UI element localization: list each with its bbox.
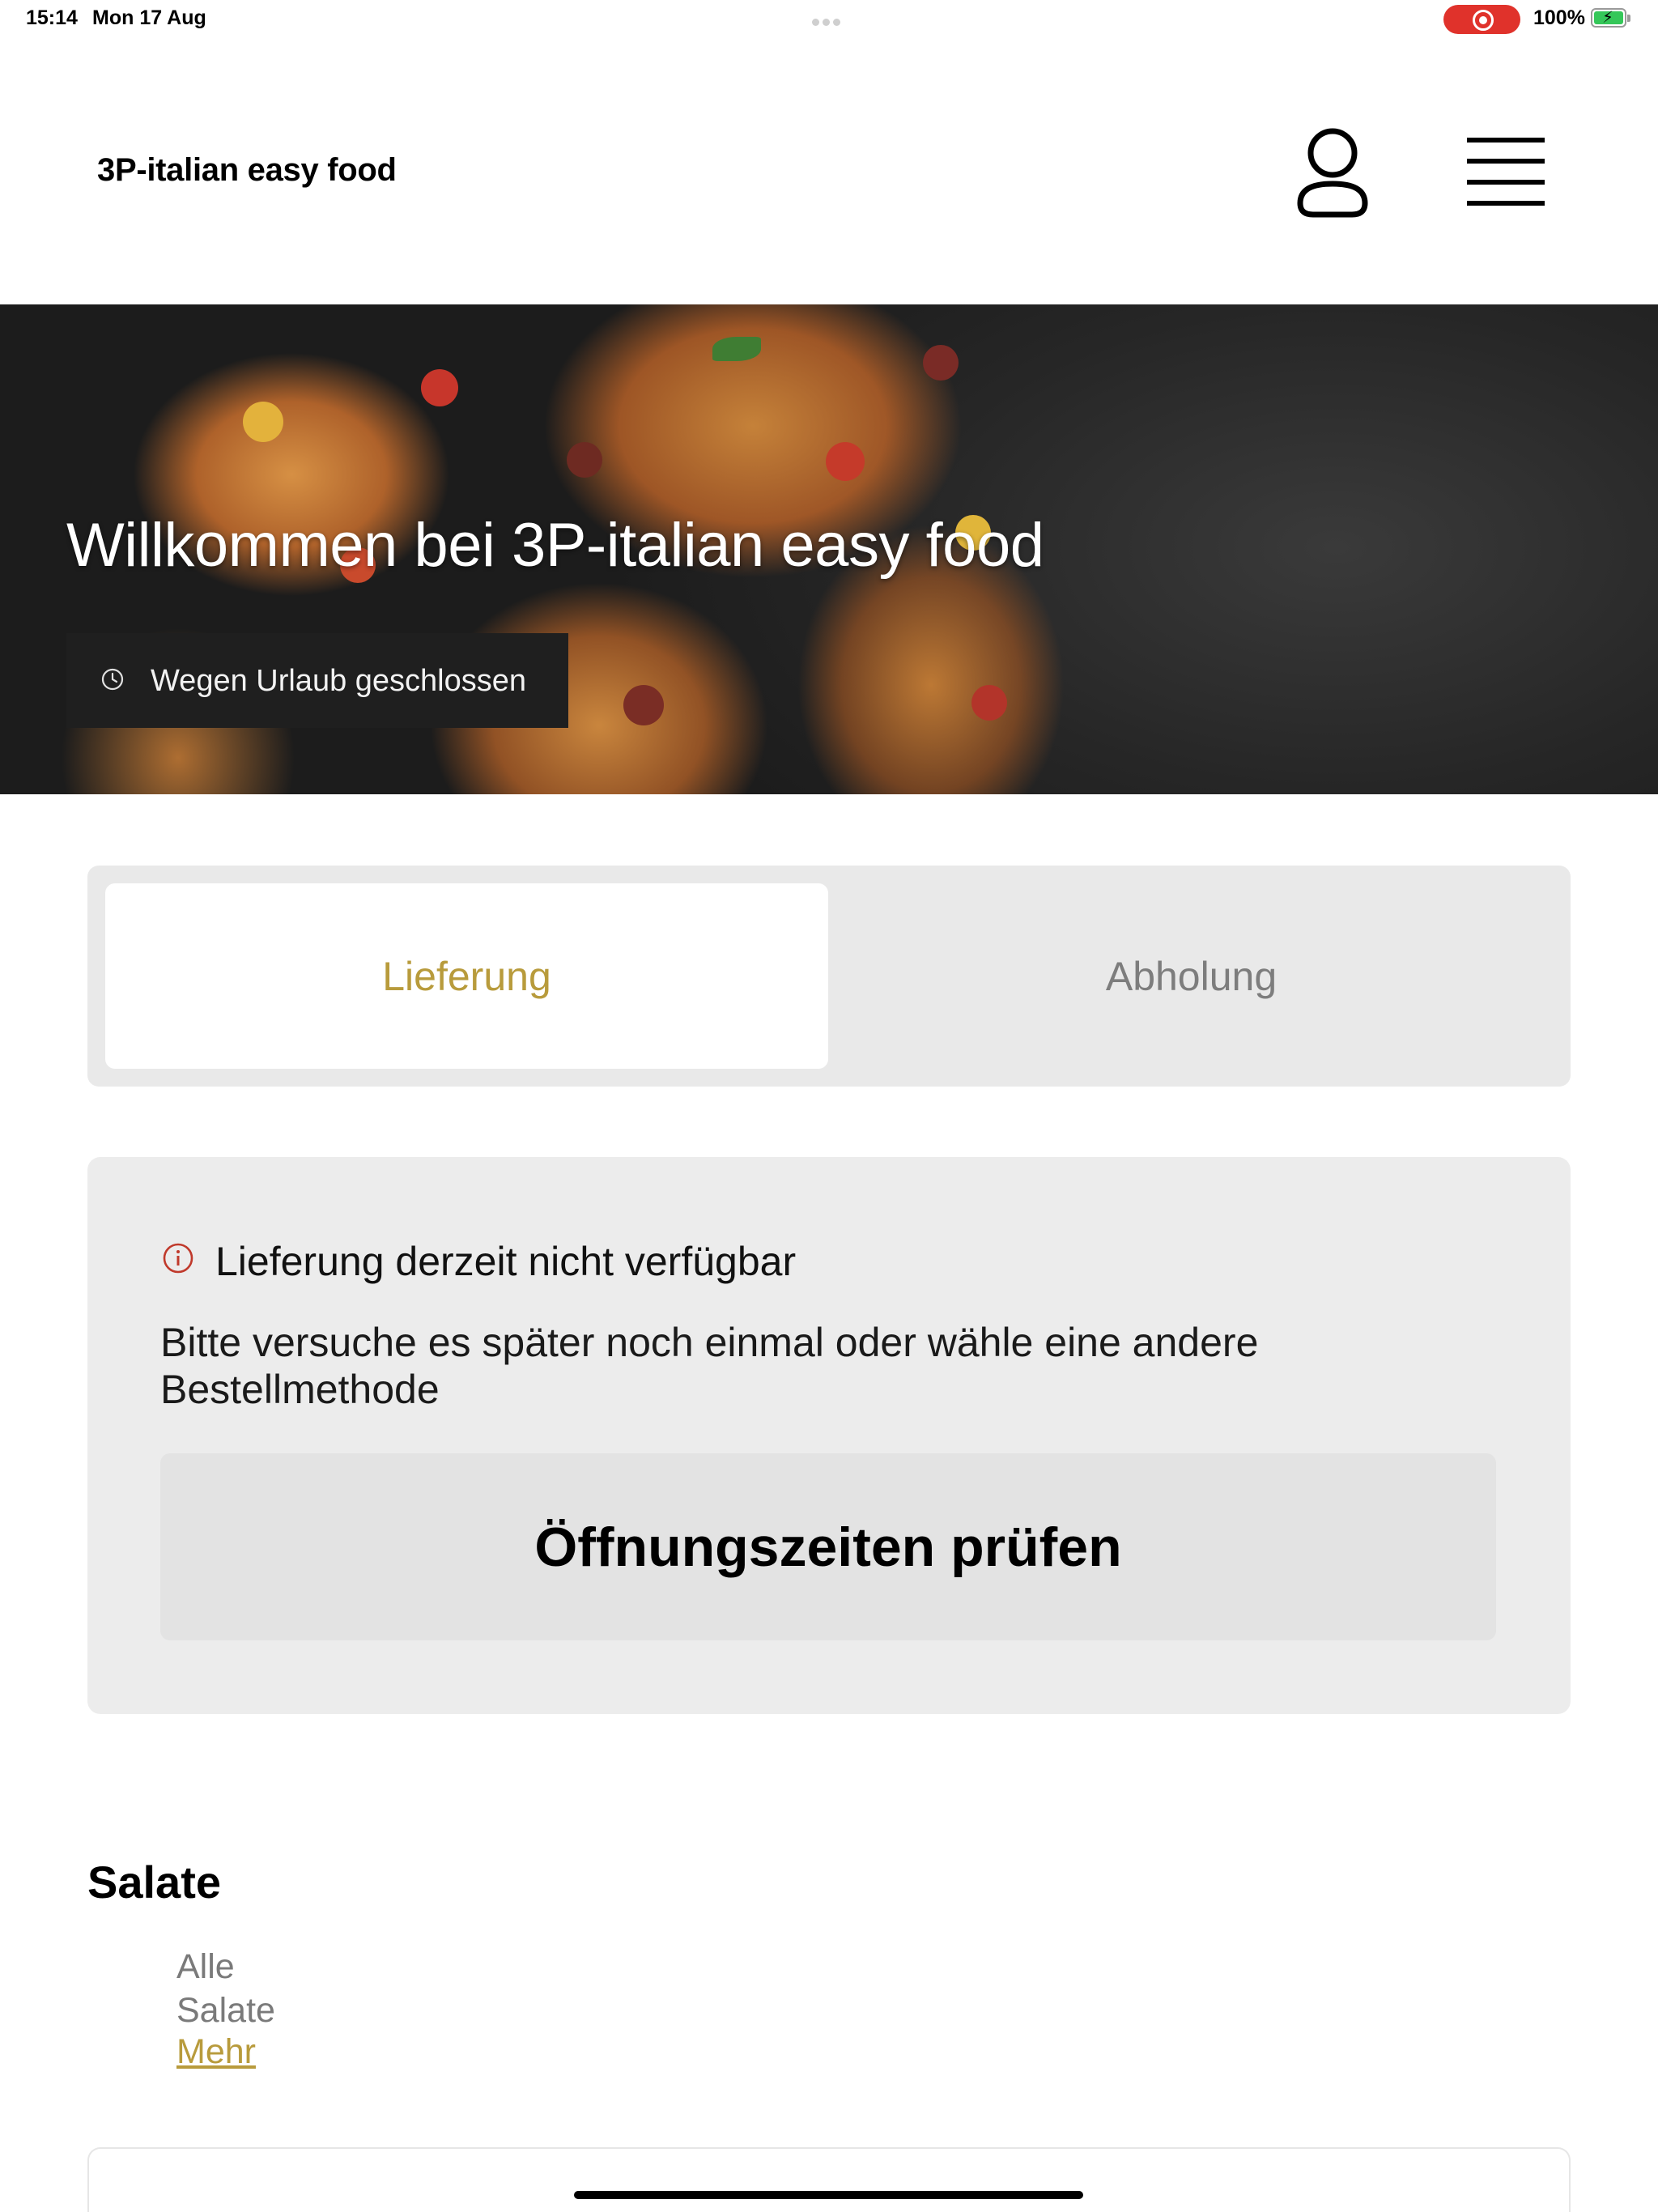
notice-title: Lieferung derzeit nicht verfügbar	[215, 1239, 797, 1284]
multitasking-dots-icon[interactable]	[812, 15, 846, 26]
home-indicator[interactable]	[574, 2191, 1083, 2199]
topping	[826, 442, 865, 481]
topping	[421, 369, 458, 406]
status-bar: 15:14 Mon 17 Aug 100% ⚡	[0, 0, 1658, 39]
product-card[interactable]	[87, 2147, 1571, 2212]
status-date: Mon 17 Aug	[92, 6, 206, 29]
status-badge: Wegen Urlaub geschlossen	[66, 633, 568, 728]
topping	[712, 337, 761, 361]
category-title: Salate	[87, 1857, 221, 1908]
hero-banner: Willkommen bei 3P-italian easy food Wege…	[0, 304, 1658, 794]
category-subtitle-line: Salate	[176, 1991, 275, 2030]
status-time: 15:14	[26, 6, 78, 29]
check-opening-hours-button[interactable]: Öffnungszeiten prüfen	[160, 1453, 1496, 1640]
tab-pickup[interactable]: Abholung	[830, 883, 1553, 1069]
clock-icon	[101, 668, 124, 691]
status-badge-text: Wegen Urlaub geschlossen	[151, 664, 527, 698]
battery-charging-icon: ⚡	[1591, 8, 1630, 28]
topping	[567, 442, 602, 478]
topping	[923, 345, 959, 381]
topping	[623, 685, 664, 725]
info-icon	[163, 1243, 193, 1274]
order-method-switch: Lieferung Abholung	[87, 866, 1571, 1087]
profile-button[interactable]	[1294, 125, 1371, 219]
screen-recording-icon	[1443, 5, 1520, 34]
category-subtitle-line: Alle	[176, 1947, 235, 1986]
brand-name[interactable]: 3P-italian easy food	[97, 152, 397, 189]
topping	[243, 402, 283, 442]
tab-delivery[interactable]: Lieferung	[105, 883, 828, 1069]
category-subtitle: Alle Salate	[176, 1945, 275, 2032]
notice-text: Bitte versuche es später noch einmal ode…	[160, 1320, 1259, 1412]
welcome-title: Willkommen bei 3P-italian easy food	[66, 511, 1044, 580]
more-link[interactable]: Mehr	[176, 2032, 256, 2072]
hamburger-menu-icon	[1467, 138, 1545, 206]
user-icon	[1297, 128, 1368, 218]
battery-percent: 100%	[1533, 6, 1585, 29]
menu-button[interactable]	[1465, 136, 1546, 207]
delivery-unavailable-notice: Lieferung derzeit nicht verfügbar Bitte …	[87, 1157, 1571, 1714]
topping	[971, 685, 1007, 721]
